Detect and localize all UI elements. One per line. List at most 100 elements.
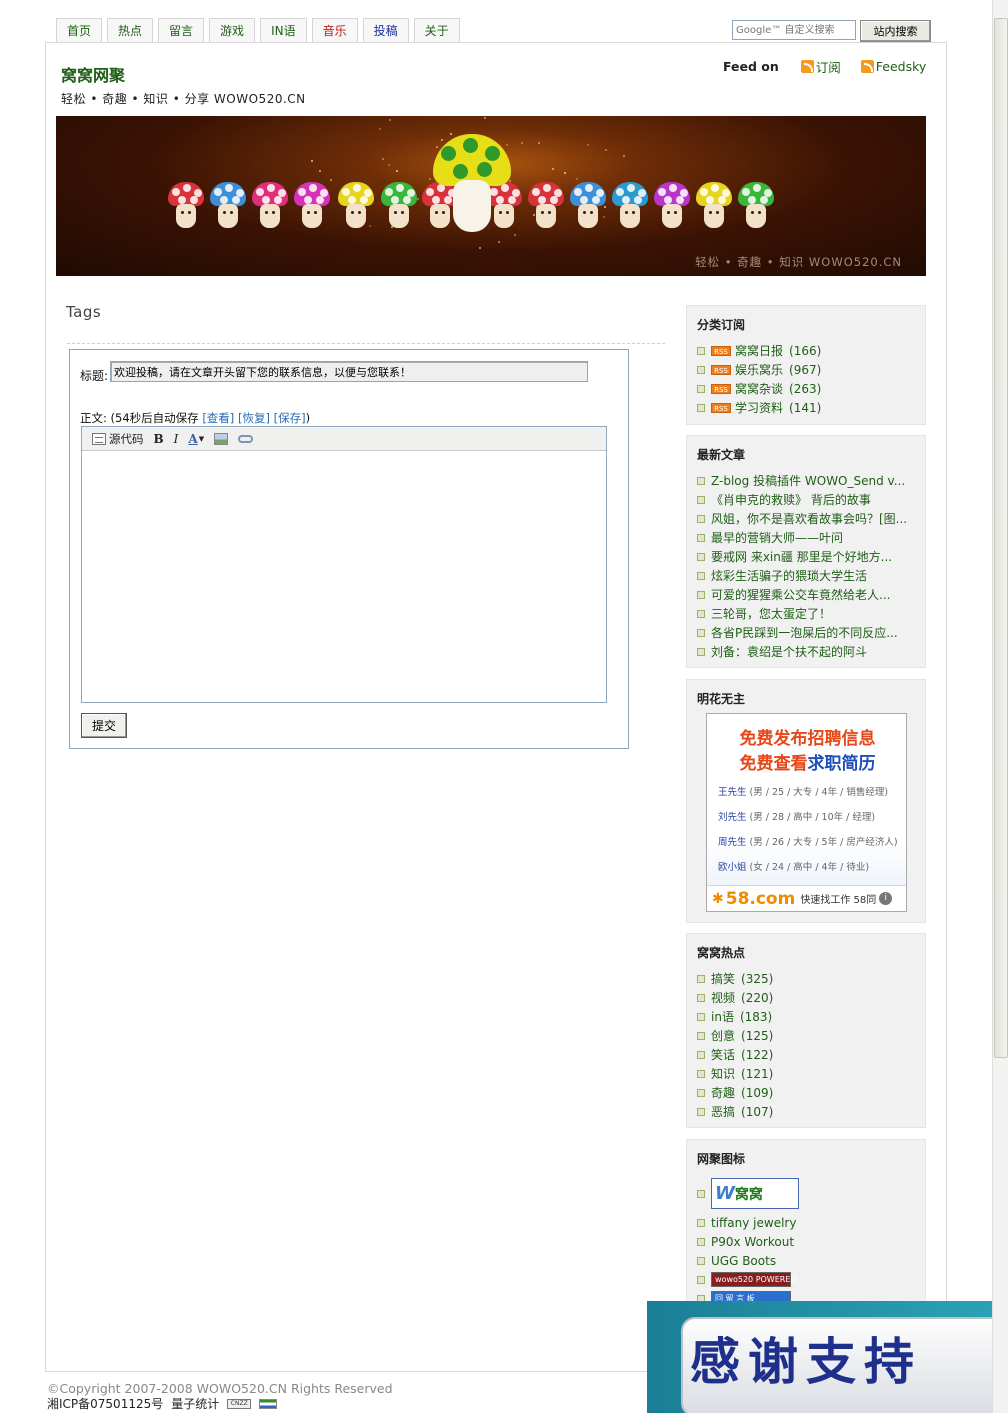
ad-row[interactable]: 欧小姐 (女 / 24 / 高中 / 4年 / 待业) [718, 859, 869, 873]
list-item[interactable]: RSS 学习资料 (141) [697, 398, 925, 417]
tab-submit[interactable]: 投稿 [362, 18, 409, 42]
post-link[interactable]: 《肖申克的救赎》 背后的故事 [711, 491, 871, 508]
list-item[interactable]: 笑话 (122) [697, 1045, 925, 1064]
info-icon[interactable]: i [879, 892, 893, 905]
feedsky-link[interactable]: Feedsky [860, 59, 926, 74]
post-link[interactable]: 风姐，你不是喜欢看故事会吗？[图... [711, 510, 907, 527]
ad-row[interactable]: 王先生 (男 / 25 / 大专 / 4年 / 销售经理) [718, 784, 888, 798]
rss-icon [800, 60, 814, 73]
insert-link-button[interactable] [238, 430, 254, 448]
post-link[interactable]: Z-blog 投稿插件 WOWO_Send v... [711, 472, 905, 489]
category-link[interactable]: 学习资料 [735, 399, 783, 416]
list-item[interactable]: 各省P民踩到一泡屎后的不同反应... [697, 623, 925, 642]
list-item[interactable]: RSS 窝窝杂谈 (263) [697, 379, 925, 398]
post-link[interactable]: 三轮哥，您太蛋定了！ [711, 605, 831, 622]
feed-subscribe-link[interactable]: 订阅 [800, 57, 841, 76]
banner-mushroom [294, 182, 330, 232]
list-item[interactable]: 视频 (220) [697, 988, 925, 1007]
list-item[interactable]: 三轮哥，您太蛋定了！ [697, 604, 925, 623]
list-item[interactable]: 刘备：袁绍是个扶不起的阿斗 [697, 642, 925, 661]
tab-home[interactable]: 首页 [56, 18, 103, 42]
tab-music[interactable]: 音乐 [311, 18, 358, 42]
ad-row[interactable]: 周先生 (男 / 26 / 大专 / 5年 / 房产经济人) [718, 834, 898, 848]
source-button[interactable]: 源代码 [92, 430, 144, 448]
list-item[interactable]: P90x Workout [697, 1232, 925, 1251]
post-link[interactable]: 最早的营销大师——叶问 [711, 529, 843, 546]
tab-guestbook[interactable]: 留言 [158, 18, 205, 42]
post-link[interactable]: 要戒网 来xin疆 那里是个好地方... [711, 548, 892, 565]
tag-link[interactable]: in语 [711, 1008, 734, 1025]
stats-link[interactable]: 量子统计 [171, 1395, 219, 1412]
list-item[interactable]: 最早的营销大师——叶问 [697, 528, 925, 547]
tag-link[interactable]: 视频 [711, 989, 735, 1006]
post-link[interactable]: 刘备：袁绍是个扶不起的阿斗 [711, 643, 867, 660]
tag-link[interactable]: 创意 [711, 1027, 735, 1044]
body-label-row: 正文: (54秒后自动保存 [查看] [恢复] [保存]) [80, 410, 310, 426]
list-item[interactable]: in语 (183) [697, 1007, 925, 1026]
italic-button[interactable]: I [174, 430, 179, 448]
scrollbar-thumb[interactable] [994, 18, 1008, 1058]
bullet-icon [697, 552, 705, 561]
list-item[interactable]: 搞笑 (325) [697, 969, 925, 988]
tag-link[interactable]: 笑话 [711, 1046, 735, 1063]
tag-link[interactable]: 搞笑 [711, 970, 735, 987]
font-color-button[interactable]: A ▼ [188, 430, 204, 448]
title-input[interactable] [110, 361, 588, 382]
list-item[interactable]: tiffany jewelry [697, 1213, 925, 1232]
category-link[interactable]: 窝窝日报 [735, 342, 783, 359]
list-item[interactable]: 恶搞 (107) [697, 1102, 925, 1121]
sponsor-link[interactable]: P90x Workout [711, 1235, 794, 1249]
restore-draft-link[interactable]: [恢复] [238, 411, 270, 425]
list-item[interactable]: 创意 (125) [697, 1026, 925, 1045]
post-link[interactable]: 炫彩生活骗子的猥琐大学生活 [711, 567, 867, 584]
tag-count: (107) [741, 1104, 774, 1119]
list-item[interactable]: Z-blog 投稿插件 WOWO_Send v... [697, 471, 925, 490]
insert-image-button[interactable] [214, 430, 229, 448]
sponsor-link[interactable]: UGG Boots [711, 1254, 776, 1268]
category-link[interactable]: 娱乐窝乐 [735, 361, 783, 378]
list-item[interactable]: RSS 窝窝日报 (166) [697, 341, 925, 360]
search-button[interactable]: 站内搜索 [860, 20, 931, 42]
tab-hot[interactable]: 热点 [107, 18, 154, 42]
list-item[interactable]: 《肖申克的救赎》 背后的故事 [697, 490, 925, 509]
post-link[interactable]: 各省P民踩到一泡屎后的不同反应... [711, 624, 898, 641]
tag-link[interactable]: 恶搞 [711, 1103, 735, 1120]
tab-games[interactable]: 游戏 [209, 18, 256, 42]
list-item[interactable]: RSS 娱乐窝乐 (967) [697, 360, 925, 379]
post-link[interactable]: 可爱的猩猩乘公交车竟然给老人... [711, 586, 890, 603]
thanks-text: 感谢支持 [690, 1332, 922, 1391]
icp-link[interactable]: 湘ICP备07501125号 [47, 1395, 163, 1412]
tag-count: (325) [741, 971, 774, 986]
scrollbar[interactable] [992, 0, 1008, 1413]
list-item[interactable]: W 窝窝 [697, 1175, 925, 1213]
tag-link[interactable]: 知识 [711, 1065, 735, 1082]
powered-badge[interactable]: wowo520 POWERED [711, 1272, 797, 1287]
font-color-icon: A [188, 431, 198, 446]
job-ad-banner[interactable]: 免费发布招聘信息 免费查看求职简历 王先生 (男 / 25 / 大专 / 4年 … [706, 713, 907, 912]
view-draft-link[interactable]: [查看] [202, 411, 234, 425]
list-item[interactable]: UGG Boots [697, 1251, 925, 1270]
save-draft-link[interactable]: [保存] [274, 411, 306, 425]
cnzz-badge[interactable]: CNZZ [227, 1398, 252, 1409]
tab-in-words[interactable]: IN语 [260, 18, 307, 42]
search-input[interactable] [732, 20, 856, 40]
list-item[interactable]: 可爱的猩猩乘公交车竟然给老人... [697, 585, 925, 604]
sponsor-link[interactable]: tiffany jewelry [711, 1216, 796, 1230]
feed-bar: Feed on 订阅 Feedsky [723, 57, 946, 76]
tab-about[interactable]: 关于 [413, 18, 460, 42]
list-item[interactable]: 知识 (121) [697, 1064, 925, 1083]
tag-link[interactable]: 奇趣 [711, 1084, 735, 1101]
bold-button[interactable]: B [154, 430, 164, 448]
list-item[interactable]: 炫彩生活骗子的猥琐大学生活 [697, 566, 925, 585]
ad-row-detail: (男 / 26 / 大专 / 5年 / 房产经济人) [746, 837, 898, 848]
category-link[interactable]: 窝窝杂谈 [735, 380, 783, 397]
list-item[interactable]: 要戒网 来xin疆 那里是个好地方... [697, 547, 925, 566]
list-item[interactable]: 奇趣 (109) [697, 1083, 925, 1102]
site-title[interactable]: 窝窝网聚 [61, 62, 125, 86]
body-editor[interactable]: 源代码 B I A ▼ [81, 426, 607, 703]
list-item[interactable]: 风姐，你不是喜欢看故事会吗？[图... [697, 509, 925, 528]
wowo-badge[interactable]: W 窝窝 [711, 1178, 799, 1209]
submit-button[interactable]: 提交 [81, 713, 127, 738]
ad-row[interactable]: 刘先生 (男 / 28 / 高中 / 10年 / 经理) [718, 809, 875, 823]
list-item[interactable]: wowo520 POWERED [697, 1270, 925, 1289]
